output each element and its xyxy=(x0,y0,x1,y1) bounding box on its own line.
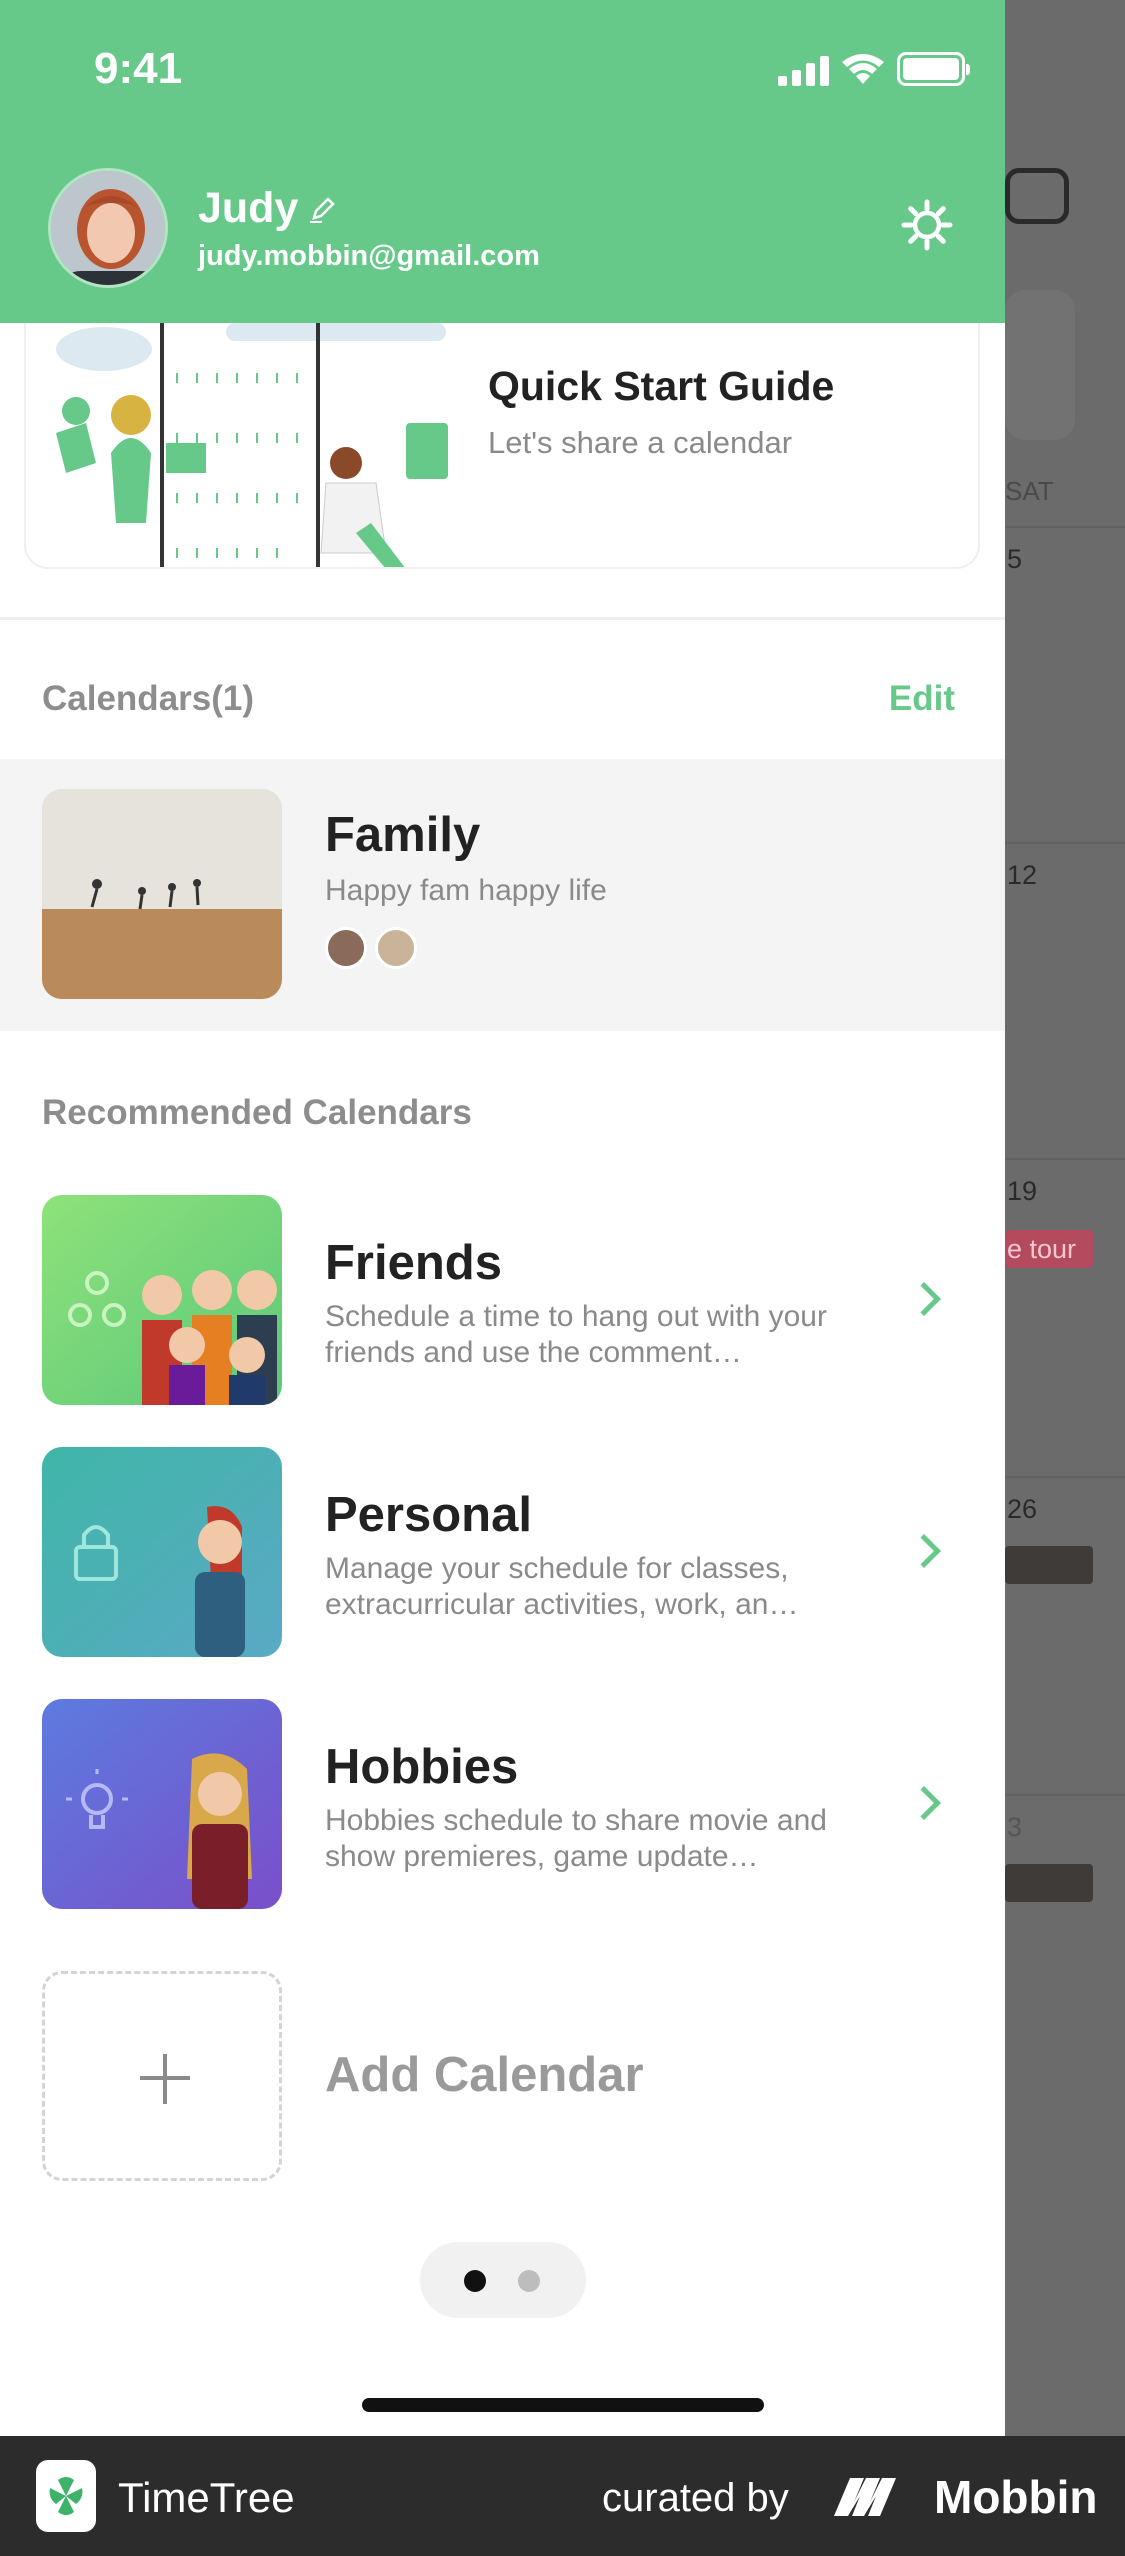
quick-start-card[interactable]: Quick Start Guide Let's share a calendar xyxy=(24,323,980,569)
add-calendar-button[interactable] xyxy=(42,1971,282,2181)
side-drawer: 9:41 Judy judy.mobbin@gmail.com Quick St… xyxy=(0,0,1005,2436)
date-label: 3 xyxy=(1007,1812,1023,1842)
family-calendar-image xyxy=(42,789,282,999)
mobbin-logo-icon xyxy=(834,2478,896,2516)
friends-calendar-image xyxy=(42,1195,282,1405)
edit-button[interactable]: Edit xyxy=(889,679,955,719)
curated-by-label: curated by xyxy=(602,2476,789,2520)
gear-icon[interactable] xyxy=(900,198,954,252)
calendars-heading: Calendars(1) xyxy=(42,679,255,718)
footer-banner: TimeTree curated by Mobbin xyxy=(0,2436,1125,2556)
calendar-title: Personal xyxy=(325,1488,532,1542)
status-icons xyxy=(778,52,970,86)
brand-name: TimeTree xyxy=(118,2474,295,2521)
chevron-right-icon xyxy=(907,1786,941,1820)
signal-icon xyxy=(778,54,829,86)
page-dot-active[interactable] xyxy=(464,2270,486,2292)
timetree-logo-icon xyxy=(36,2460,96,2532)
page-dot[interactable] xyxy=(518,2270,540,2292)
date-label: 12 xyxy=(1007,860,1038,890)
calendar-description: Manage your schedule for classes, extrac… xyxy=(325,1552,799,1621)
chevron-right-icon xyxy=(907,1282,941,1316)
recommended-item-hobbies[interactable]: Hobbies Hobbies schedule to share movie … xyxy=(0,1699,1005,1909)
calendar-item-family[interactable]: Family Happy fam happy life xyxy=(0,759,1005,1031)
home-indicator xyxy=(362,2398,764,2412)
member-avatar xyxy=(375,927,417,969)
recommended-item-personal[interactable]: Personal Manage your schedule for classe… xyxy=(0,1447,1005,1657)
calendar-title: Friends xyxy=(325,1236,502,1290)
calendar-title: Family xyxy=(325,808,481,862)
divider xyxy=(0,617,1005,620)
add-calendar-label[interactable]: Add Calendar xyxy=(325,2047,644,2103)
calendar-event xyxy=(1005,1864,1093,1902)
recommended-heading: Recommended Calendars xyxy=(42,1093,472,1132)
battery-icon xyxy=(897,52,970,86)
user-name-text: Judy xyxy=(198,184,299,232)
user-name[interactable]: Judy xyxy=(198,184,338,233)
curator-name: Mobbin xyxy=(934,2471,1098,2523)
quick-start-title: Quick Start Guide xyxy=(488,363,835,409)
calendar-event: e tour xyxy=(1005,1230,1093,1268)
calendar-members xyxy=(325,927,417,969)
member-avatar xyxy=(325,927,367,969)
user-email: judy.mobbin@gmail.com xyxy=(198,240,540,272)
calendar-description: Happy fam happy life xyxy=(325,874,607,907)
background-calendar: SAT 5 12 19 e tour 26 3 xyxy=(1005,0,1125,2436)
chat-icon xyxy=(1005,168,1069,224)
chevron-right-icon xyxy=(907,1534,941,1568)
avatar[interactable] xyxy=(48,168,168,288)
weekday-label: SAT xyxy=(1005,476,1054,506)
calendar-event xyxy=(1005,1546,1093,1584)
date-label: 5 xyxy=(1007,544,1023,574)
quick-start-subtitle: Let's share a calendar xyxy=(488,425,793,460)
calendar-title: Hobbies xyxy=(325,1740,519,1794)
hobbies-calendar-image xyxy=(42,1699,282,1909)
date-label: 26 xyxy=(1007,1494,1038,1524)
pencil-icon[interactable] xyxy=(308,194,338,224)
status-time: 9:41 xyxy=(94,44,183,93)
calendar-description: Schedule a time to hang out with your fr… xyxy=(325,1300,827,1369)
calendar-description: Hobbies schedule to share movie and show… xyxy=(325,1804,827,1873)
quick-start-illustration xyxy=(56,323,448,567)
expand-button xyxy=(1005,290,1075,440)
wifi-icon xyxy=(842,54,884,84)
personal-calendar-image xyxy=(42,1447,282,1657)
recommended-item-friends[interactable]: Friends Schedule a time to hang out with… xyxy=(0,1195,1005,1405)
drawer-header: 9:41 Judy judy.mobbin@gmail.com xyxy=(0,0,1005,323)
date-label: 19 xyxy=(1007,1176,1038,1206)
page-indicator[interactable] xyxy=(420,2242,586,2318)
